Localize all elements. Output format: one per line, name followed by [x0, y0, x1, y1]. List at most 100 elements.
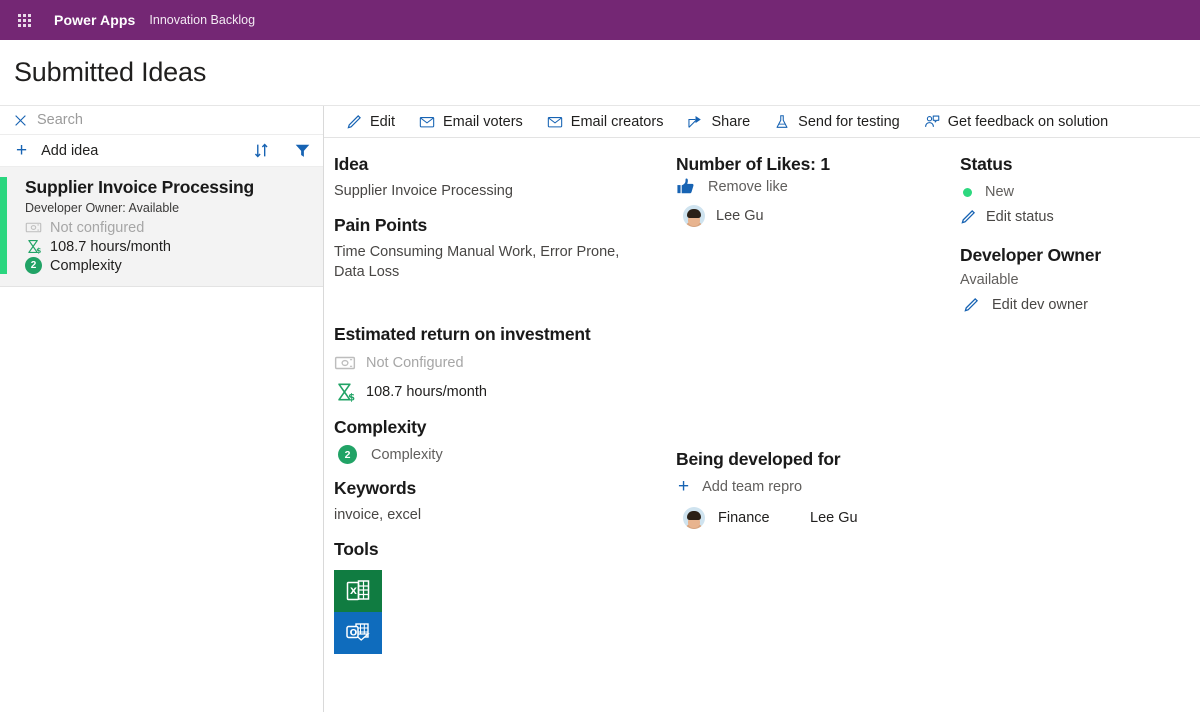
- mail-icon: [419, 116, 435, 127]
- list-item-money-row: Not configured: [25, 219, 254, 236]
- mail-icon: [547, 116, 562, 127]
- status-dot-icon: [963, 187, 972, 197]
- money-icon: [25, 222, 42, 233]
- idea-field-value: Supplier Invoice Processing: [334, 183, 513, 199]
- get-feedback-label: Get feedback on solution: [947, 113, 1109, 130]
- edit-pencil-icon: [961, 209, 976, 224]
- developed-for-header: Being developed for: [676, 449, 841, 469]
- email-voters-button[interactable]: Email voters: [407, 106, 535, 138]
- ideas-list-pane: Search + Add idea Supplier Invoice Proce…: [0, 106, 324, 712]
- page-header: Submitted Ideas: [0, 40, 1200, 106]
- remove-like-button[interactable]: Remove like: [676, 177, 960, 196]
- edit-pencil-icon: [964, 297, 979, 312]
- detail-column-status: Status New Edit status Developer Owner A…: [960, 154, 1200, 712]
- send-for-testing-button[interactable]: Send for testing: [762, 106, 912, 138]
- status-header: Status: [960, 154, 1013, 174]
- feedback-person-icon: [924, 115, 940, 127]
- email-voters-label: Email voters: [443, 113, 523, 130]
- svg-text:$: $: [36, 246, 41, 255]
- hourglass-dollar-icon: $: [28, 239, 41, 255]
- selection-accent-bar: [0, 177, 7, 274]
- app-name-label[interactable]: Innovation Backlog: [149, 13, 255, 27]
- edit-dev-owner-label: Edit dev owner: [992, 297, 1088, 313]
- edit-status-button[interactable]: Edit status: [960, 209, 1200, 225]
- keywords-header: Keywords: [334, 478, 417, 498]
- team-row: Finance Lee Gu: [676, 507, 960, 529]
- team-name: Finance: [718, 510, 770, 526]
- add-idea-row: + Add idea: [0, 135, 323, 167]
- roi-money-row: Not Configured: [334, 352, 676, 374]
- voter-name: Lee Gu: [716, 208, 764, 224]
- sort-icon[interactable]: [253, 142, 270, 159]
- search-row[interactable]: Search: [0, 106, 323, 135]
- detail-content: Idea Supplier Invoice Processing Pain Po…: [324, 138, 1200, 712]
- idea-field-header: Idea: [334, 154, 369, 174]
- hourglass-dollar-icon: $: [338, 383, 355, 403]
- svg-text:X: X: [350, 587, 357, 597]
- list-item-complexity-row: 2 Complexity: [25, 257, 254, 274]
- developer-owner-header: Developer Owner: [960, 245, 1101, 265]
- flask-icon: [776, 114, 788, 128]
- add-team-repro-button[interactable]: + Add team repro: [676, 477, 960, 496]
- keywords-value: invoice, excel: [334, 507, 422, 523]
- plus-icon[interactable]: +: [16, 141, 27, 160]
- likes-header: Number of Likes: 1: [676, 154, 830, 174]
- filter-icon[interactable]: [294, 142, 311, 159]
- share-button[interactable]: Share: [675, 106, 762, 138]
- voter-row: Lee Gu: [676, 205, 960, 227]
- thumbs-up-icon: [677, 178, 694, 194]
- status-value: New: [985, 184, 1015, 200]
- share-icon: [688, 115, 702, 128]
- close-icon[interactable]: [14, 114, 27, 127]
- list-item-content: Supplier Invoice Processing Developer Ow…: [7, 177, 254, 274]
- command-bar: Edit Email voters Email creators Share S…: [324, 106, 1200, 138]
- status-badge: New: [960, 184, 1200, 200]
- tools-list: X O: [334, 570, 382, 654]
- tools-header: Tools: [334, 539, 379, 559]
- outlook-icon[interactable]: O: [334, 612, 382, 654]
- list-item-money-label: Not configured: [50, 219, 145, 236]
- remove-like-label: Remove like: [708, 178, 788, 195]
- complexity-label: Complexity: [371, 446, 443, 463]
- edit-dev-owner-button[interactable]: Edit dev owner: [960, 297, 1200, 313]
- avatar: [683, 507, 705, 529]
- list-item-hours-label: 108.7 hours/month: [50, 238, 171, 255]
- page-title: Submitted Ideas: [14, 57, 207, 87]
- excel-icon[interactable]: X: [334, 570, 382, 612]
- roi-hours-label: 108.7 hours/month: [366, 384, 487, 400]
- detail-column-likes: Number of Likes: 1 Remove like Lee Gu Be: [676, 154, 960, 712]
- complexity-row: 2 Complexity: [334, 445, 676, 464]
- complexity-badge: 2: [25, 257, 42, 274]
- complexity-header: Complexity: [334, 417, 427, 437]
- edit-pencil-icon: [347, 114, 361, 128]
- app-launcher-icon[interactable]: [8, 4, 40, 36]
- email-creators-button[interactable]: Email creators: [535, 106, 676, 138]
- main-body: Search + Add idea Supplier Invoice Proce…: [0, 106, 1200, 712]
- edit-button[interactable]: Edit: [334, 106, 407, 138]
- edit-status-label: Edit status: [986, 209, 1054, 225]
- avatar: [683, 205, 705, 227]
- top-navigation-bar: Power Apps Innovation Backlog: [0, 0, 1200, 40]
- roi-header: Estimated return on investment: [334, 324, 591, 344]
- brand-label[interactable]: Power Apps: [54, 12, 135, 28]
- svg-text:O: O: [350, 628, 358, 638]
- detail-column-main: Idea Supplier Invoice Processing Pain Po…: [324, 154, 676, 712]
- email-creators-label: Email creators: [570, 113, 664, 130]
- list-item[interactable]: Supplier Invoice Processing Developer Ow…: [0, 167, 323, 287]
- detail-pane: Edit Email voters Email creators Share S…: [324, 106, 1200, 712]
- roi-money-label: Not Configured: [366, 355, 464, 371]
- add-idea-button[interactable]: Add idea: [41, 143, 98, 159]
- roi-hours-row: $ 108.7 hours/month: [334, 381, 676, 403]
- search-input[interactable]: Search: [37, 112, 83, 128]
- get-feedback-button[interactable]: Get feedback on solution: [912, 106, 1120, 138]
- list-item-complexity-label: Complexity: [50, 257, 122, 274]
- complexity-badge: 2: [338, 445, 357, 464]
- send-for-testing-label: Send for testing: [798, 113, 900, 130]
